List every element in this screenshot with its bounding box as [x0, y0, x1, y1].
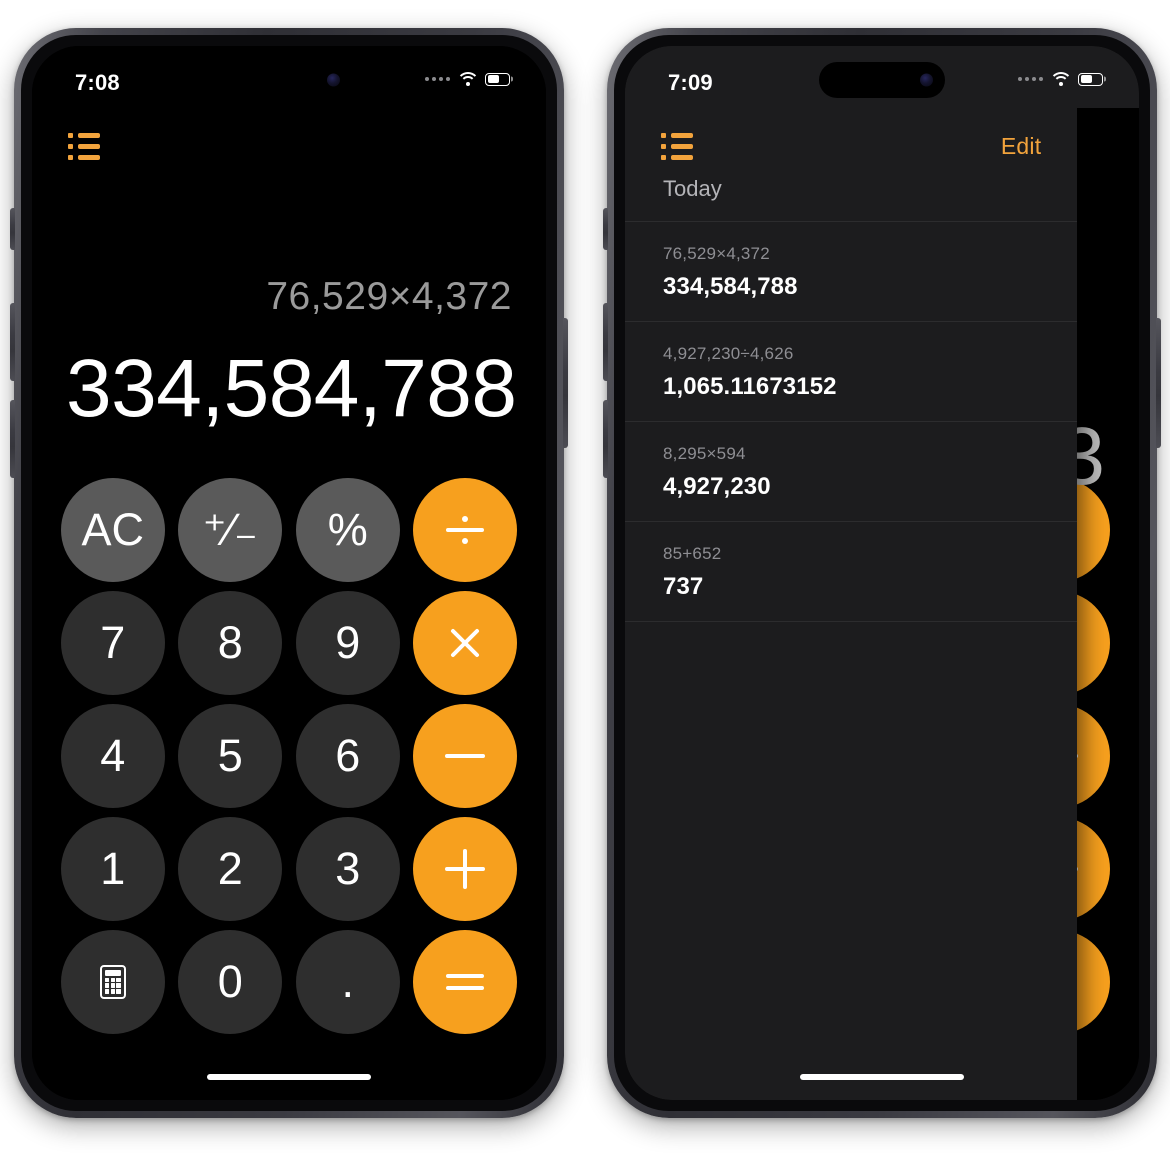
status-indicators: [425, 72, 510, 86]
key-5[interactable]: 5: [178, 703, 283, 808]
right-nav-bar: Edit: [625, 124, 1077, 168]
history-row[interactable]: 4,927,230÷4,626 1,065.11673152: [625, 322, 1078, 422]
volume-up-button-right[interactable]: [603, 303, 608, 381]
key-percent[interactable]: %: [295, 477, 400, 582]
key-equals[interactable]: [413, 929, 518, 1034]
history-expression: 8,295×594: [663, 444, 746, 463]
battery-icon: [1078, 72, 1103, 86]
key-decimal[interactable]: .: [295, 929, 400, 1034]
left-nav-bar: [32, 124, 546, 168]
home-indicator[interactable]: [207, 1074, 371, 1080]
key-8[interactable]: 8: [178, 590, 283, 695]
key-8-label: 8: [217, 617, 243, 668]
edit-button[interactable]: Edit: [1001, 133, 1041, 160]
history-row[interactable]: 8,295×594 4,927,230: [625, 422, 1078, 522]
status-indicators: [1018, 72, 1103, 86]
wifi-icon: [456, 72, 479, 86]
history-result: 4,927,230: [663, 473, 771, 500]
key-equals-icon: [443, 960, 487, 1004]
key-7-label: 7: [100, 617, 126, 668]
right-phone-device: 3 AC⁺⁄₋%7894561230. Edit Today 76,529×4,…: [603, 28, 1161, 1118]
key-5-label: 5: [217, 730, 243, 781]
right-phone-bezel: 3 AC⁺⁄₋%7894561230. Edit Today 76,529×4,…: [614, 35, 1150, 1111]
list-icon[interactable]: [661, 132, 695, 160]
history-expression: 85+652: [663, 544, 722, 563]
history-result: 737: [663, 573, 704, 600]
key-9[interactable]: 9: [295, 590, 400, 695]
key-percent-label: %: [327, 504, 368, 555]
power-button-right[interactable]: [1156, 318, 1161, 448]
key-1-label: 1: [100, 843, 126, 894]
calculator-display: 76,529×4,372 334,584,788: [32, 275, 546, 435]
front-camera-icon: [920, 73, 933, 87]
history-result: 334,584,788: [663, 273, 798, 300]
right-phone-screen: 3 AC⁺⁄₋%7894561230. Edit Today 76,529×4,…: [625, 46, 1139, 1100]
key-add[interactable]: [413, 816, 518, 921]
key-2-label: 2: [217, 843, 243, 894]
history-section-title: Today: [663, 176, 722, 201]
key-calculator-mode[interactable]: [60, 929, 165, 1034]
key-all-clear-label: AC: [81, 504, 144, 555]
key-divide[interactable]: [413, 477, 518, 582]
battery-icon: [485, 72, 510, 86]
action-button-right[interactable]: [603, 208, 608, 250]
left-phone-bezel: 7:08 76,529×4,372 334,584,788 AC ⁺⁄₋ % 7…: [21, 35, 557, 1111]
key-subtract[interactable]: [413, 703, 518, 808]
cellular-signal-icon: [425, 77, 450, 81]
key-6-label: 6: [335, 730, 361, 781]
power-button[interactable]: [563, 318, 568, 448]
volume-up-button[interactable]: [10, 303, 15, 381]
key-multiply[interactable]: [413, 590, 518, 695]
result-text: 334,584,788: [66, 342, 517, 434]
key-1[interactable]: 1: [60, 816, 165, 921]
status-time: 7:08: [75, 70, 120, 95]
key-subtract-icon: [443, 734, 487, 778]
key-3-label: 3: [335, 843, 361, 894]
volume-down-button[interactable]: [10, 400, 15, 478]
volume-down-button-right[interactable]: [603, 400, 608, 478]
key-add-icon: [443, 847, 487, 891]
left-status-bar: 7:08: [32, 46, 546, 108]
calculator-app: 7:08 76,529×4,372 334,584,788 AC ⁺⁄₋ % 7…: [32, 46, 546, 1100]
key-0-label: 0: [217, 956, 243, 1007]
calculator-app-behind: 3 AC⁺⁄₋%7894561230. Edit Today 76,529×4,…: [625, 46, 1139, 1100]
key-sign-toggle[interactable]: ⁺⁄₋: [178, 477, 283, 582]
key-4-label: 4: [100, 730, 126, 781]
history-row[interactable]: 85+652 737: [625, 522, 1078, 622]
key-all-clear[interactable]: AC: [60, 477, 165, 582]
history-expression: 76,529×4,372: [663, 244, 770, 263]
dynamic-island: [226, 62, 352, 98]
key-calculator-mode-icon: [99, 964, 126, 999]
calculator-keypad: AC ⁺⁄₋% 7 8 9 4 5 6 1 2 3 0.: [54, 473, 524, 1038]
key-multiply-icon: [443, 621, 487, 665]
status-time: 7:09: [668, 70, 713, 95]
key-9-label: 9: [335, 617, 361, 668]
key-sign-toggle-label: ⁺⁄₋: [202, 504, 258, 555]
key-3[interactable]: 3: [295, 816, 400, 921]
cellular-signal-icon: [1018, 77, 1043, 81]
history-row[interactable]: 76,529×4,372 334,584,788: [625, 222, 1078, 322]
expression-text: 76,529×4,372: [266, 275, 512, 318]
key-decimal-label: .: [341, 956, 354, 1007]
key-4[interactable]: 4: [60, 703, 165, 808]
wifi-icon: [1049, 72, 1072, 86]
history-panel: Edit Today 76,529×4,372 334,584,788 4,927,…: [625, 46, 1078, 1100]
left-phone-screen: 7:08 76,529×4,372 334,584,788 AC ⁺⁄₋ % 7…: [32, 46, 546, 1100]
home-indicator[interactable]: [800, 1074, 964, 1080]
list-icon[interactable]: [68, 132, 102, 160]
left-phone-device: 7:08 76,529×4,372 334,584,788 AC ⁺⁄₋ % 7…: [10, 28, 568, 1118]
key-7[interactable]: 7: [60, 590, 165, 695]
key-6[interactable]: 6: [295, 703, 400, 808]
dynamic-island: [819, 62, 945, 98]
key-0[interactable]: 0: [178, 929, 283, 1034]
history-result: 1,065.11673152: [663, 373, 837, 400]
history-list: 76,529×4,372 334,584,788 4,927,230÷4,626 1,…: [625, 221, 1078, 622]
key-divide-icon: [443, 508, 487, 552]
history-expression: 4,927,230÷4,626: [663, 344, 794, 363]
key-2[interactable]: 2: [178, 816, 283, 921]
front-camera-icon: [327, 73, 340, 87]
right-status-bar: 7:09: [625, 46, 1139, 108]
action-button[interactable]: [10, 208, 15, 250]
